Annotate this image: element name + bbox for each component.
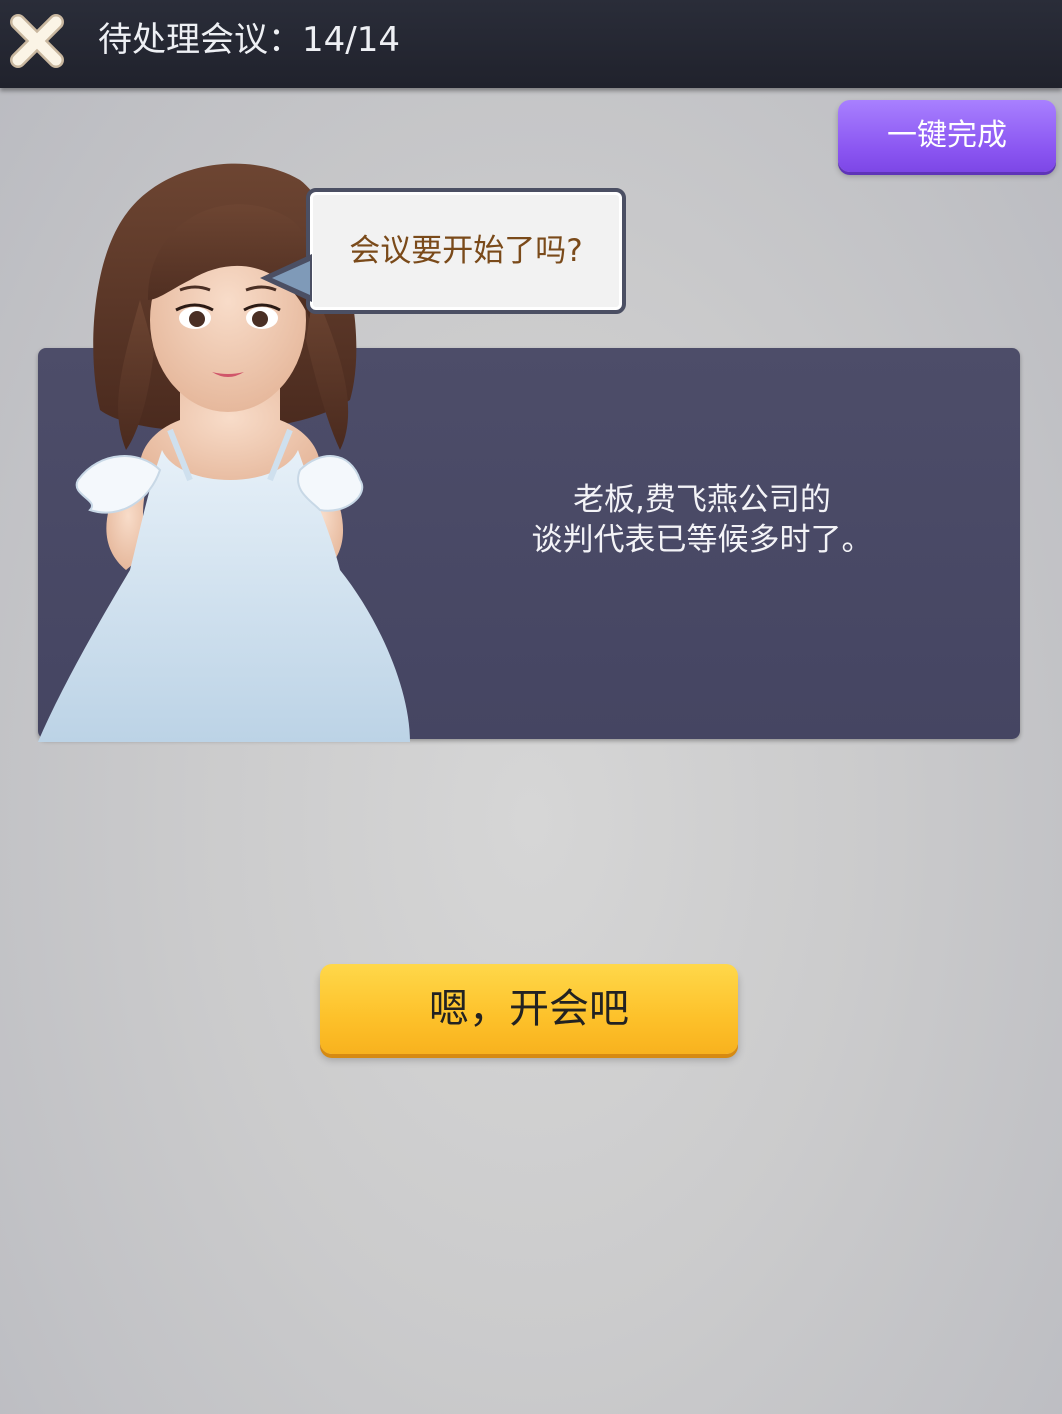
dialogue-line: 老板,费飞燕公司的 [573,482,831,518]
top-bar: 待处理会议：14/14 [0,0,1062,88]
dialogue-message: 老板,费飞燕公司的 谈判代表已等候多时了。 [400,480,1004,560]
quick-complete-button[interactable]: 一键完成 [838,100,1056,172]
dialogue-line: 谈判代表已等候多时了。 [531,522,873,558]
speech-bubble-text: 会议要开始了吗? [349,233,583,269]
page-title: 待处理会议：14/14 [98,20,400,60]
close-icon [10,14,64,68]
close-button[interactable] [6,10,68,72]
start-meeting-button[interactable]: 嗯，开会吧 [320,964,738,1054]
